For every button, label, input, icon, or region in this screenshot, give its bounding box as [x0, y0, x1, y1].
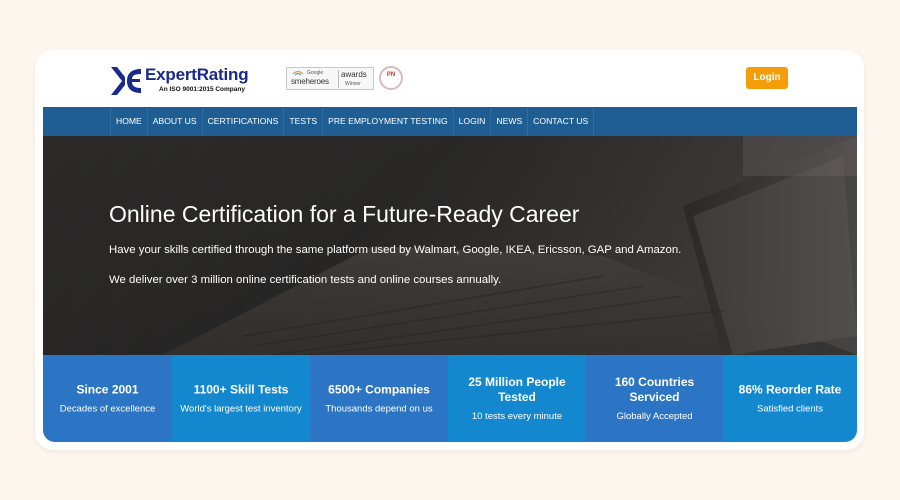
nav-item-about-us[interactable]: ABOUT US: [148, 107, 203, 136]
nav-item-certifications[interactable]: CERTIFICATIONS: [203, 107, 285, 136]
site-header: ExpertRating An ISO 9001:2015 Company Go…: [35, 50, 864, 106]
stat-title: 1100+ Skill Tests: [193, 382, 289, 396]
stat-subtitle: Globally Accepted: [616, 410, 693, 422]
expertrating-logo-icon: [111, 67, 141, 95]
wifi-icon: [292, 70, 304, 76]
sme-google-label: Google: [307, 70, 324, 76]
hero-description: Have your skills certified through the s…: [109, 244, 682, 256]
certification-seal-icon: PN: [379, 66, 403, 90]
stat-title: 6500+ Companies: [328, 382, 430, 396]
nav-item-news[interactable]: NEWS: [491, 107, 529, 136]
hero-title: Online Certification for a Future-Ready …: [109, 201, 580, 227]
logo-wordmark: ExpertRating: [145, 65, 249, 84]
sme-heroes-label: smeheroes: [291, 77, 329, 86]
hero-tests-note: We deliver over 3 million online certifi…: [109, 274, 502, 286]
stat-title: 25 Million People Tested: [468, 374, 566, 404]
site-card: ExpertRating An ISO 9001:2015 Company Go…: [35, 50, 864, 450]
hero-banner: Online Certification for a Future-Ready …: [43, 136, 857, 355]
seal-label: PN: [386, 72, 396, 78]
expertrating-logo[interactable]: ExpertRating An ISO 9001:2015 Company: [109, 65, 279, 99]
stat-title: Since 2001: [76, 382, 139, 396]
stats-bar: Since 2001 Decades of excellence 1100+ S…: [43, 355, 857, 442]
nav-item-contact-us[interactable]: CONTACT US: [528, 107, 595, 136]
nav-item-tests[interactable]: TESTS: [284, 107, 324, 136]
stat-title: 160 Countries Serviced: [614, 374, 695, 404]
awards-label: awards: [341, 70, 367, 79]
nav-item-home[interactable]: HOME: [110, 107, 148, 136]
stat-subtitle: Thousands depend on us: [325, 403, 433, 414]
stat-subtitle: Decades of excellence: [59, 403, 156, 414]
stat-subtitle: World's largest test inventory: [180, 403, 302, 414]
stat-subtitle: Satisfied clients: [756, 403, 823, 414]
nav-menu: HOME ABOUT US CERTIFICATIONS TESTS PRE E…: [110, 107, 595, 136]
stat-people-tested: 25 Million People Tested 10 tests every …: [448, 355, 586, 442]
stat-reorder-rate: 86% Reorder Rate Satisfied clients: [723, 355, 857, 442]
sme-heroes-mark: Google smeheroes: [289, 70, 337, 88]
nav-item-pre-employment-testing[interactable]: PRE EMPLOYMENT TESTING: [323, 107, 454, 136]
stat-companies: 6500+ Companies Thousands depend on us: [310, 355, 448, 442]
stat-subtitle: 10 tests every minute: [471, 410, 563, 422]
login-button[interactable]: Login: [746, 67, 788, 89]
main-navigation: HOME ABOUT US CERTIFICATIONS TESTS PRE E…: [43, 107, 857, 136]
stat-title: 86% Reorder Rate: [738, 382, 842, 396]
stat-since-2001: Since 2001 Decades of excellence: [43, 355, 172, 442]
winner-label: Winner: [345, 81, 361, 87]
badge-divider: [338, 70, 339, 88]
nav-item-login[interactable]: LOGIN: [454, 107, 492, 136]
sme-heroes-award-badge: Google smeheroes awards Winner: [286, 67, 374, 90]
stat-skill-tests: 1100+ Skill Tests World's largest test i…: [172, 355, 310, 442]
stat-countries: 160 Countries Serviced Globally Accepted: [586, 355, 723, 442]
logo-tagline: An ISO 9001:2015 Company: [159, 86, 245, 93]
